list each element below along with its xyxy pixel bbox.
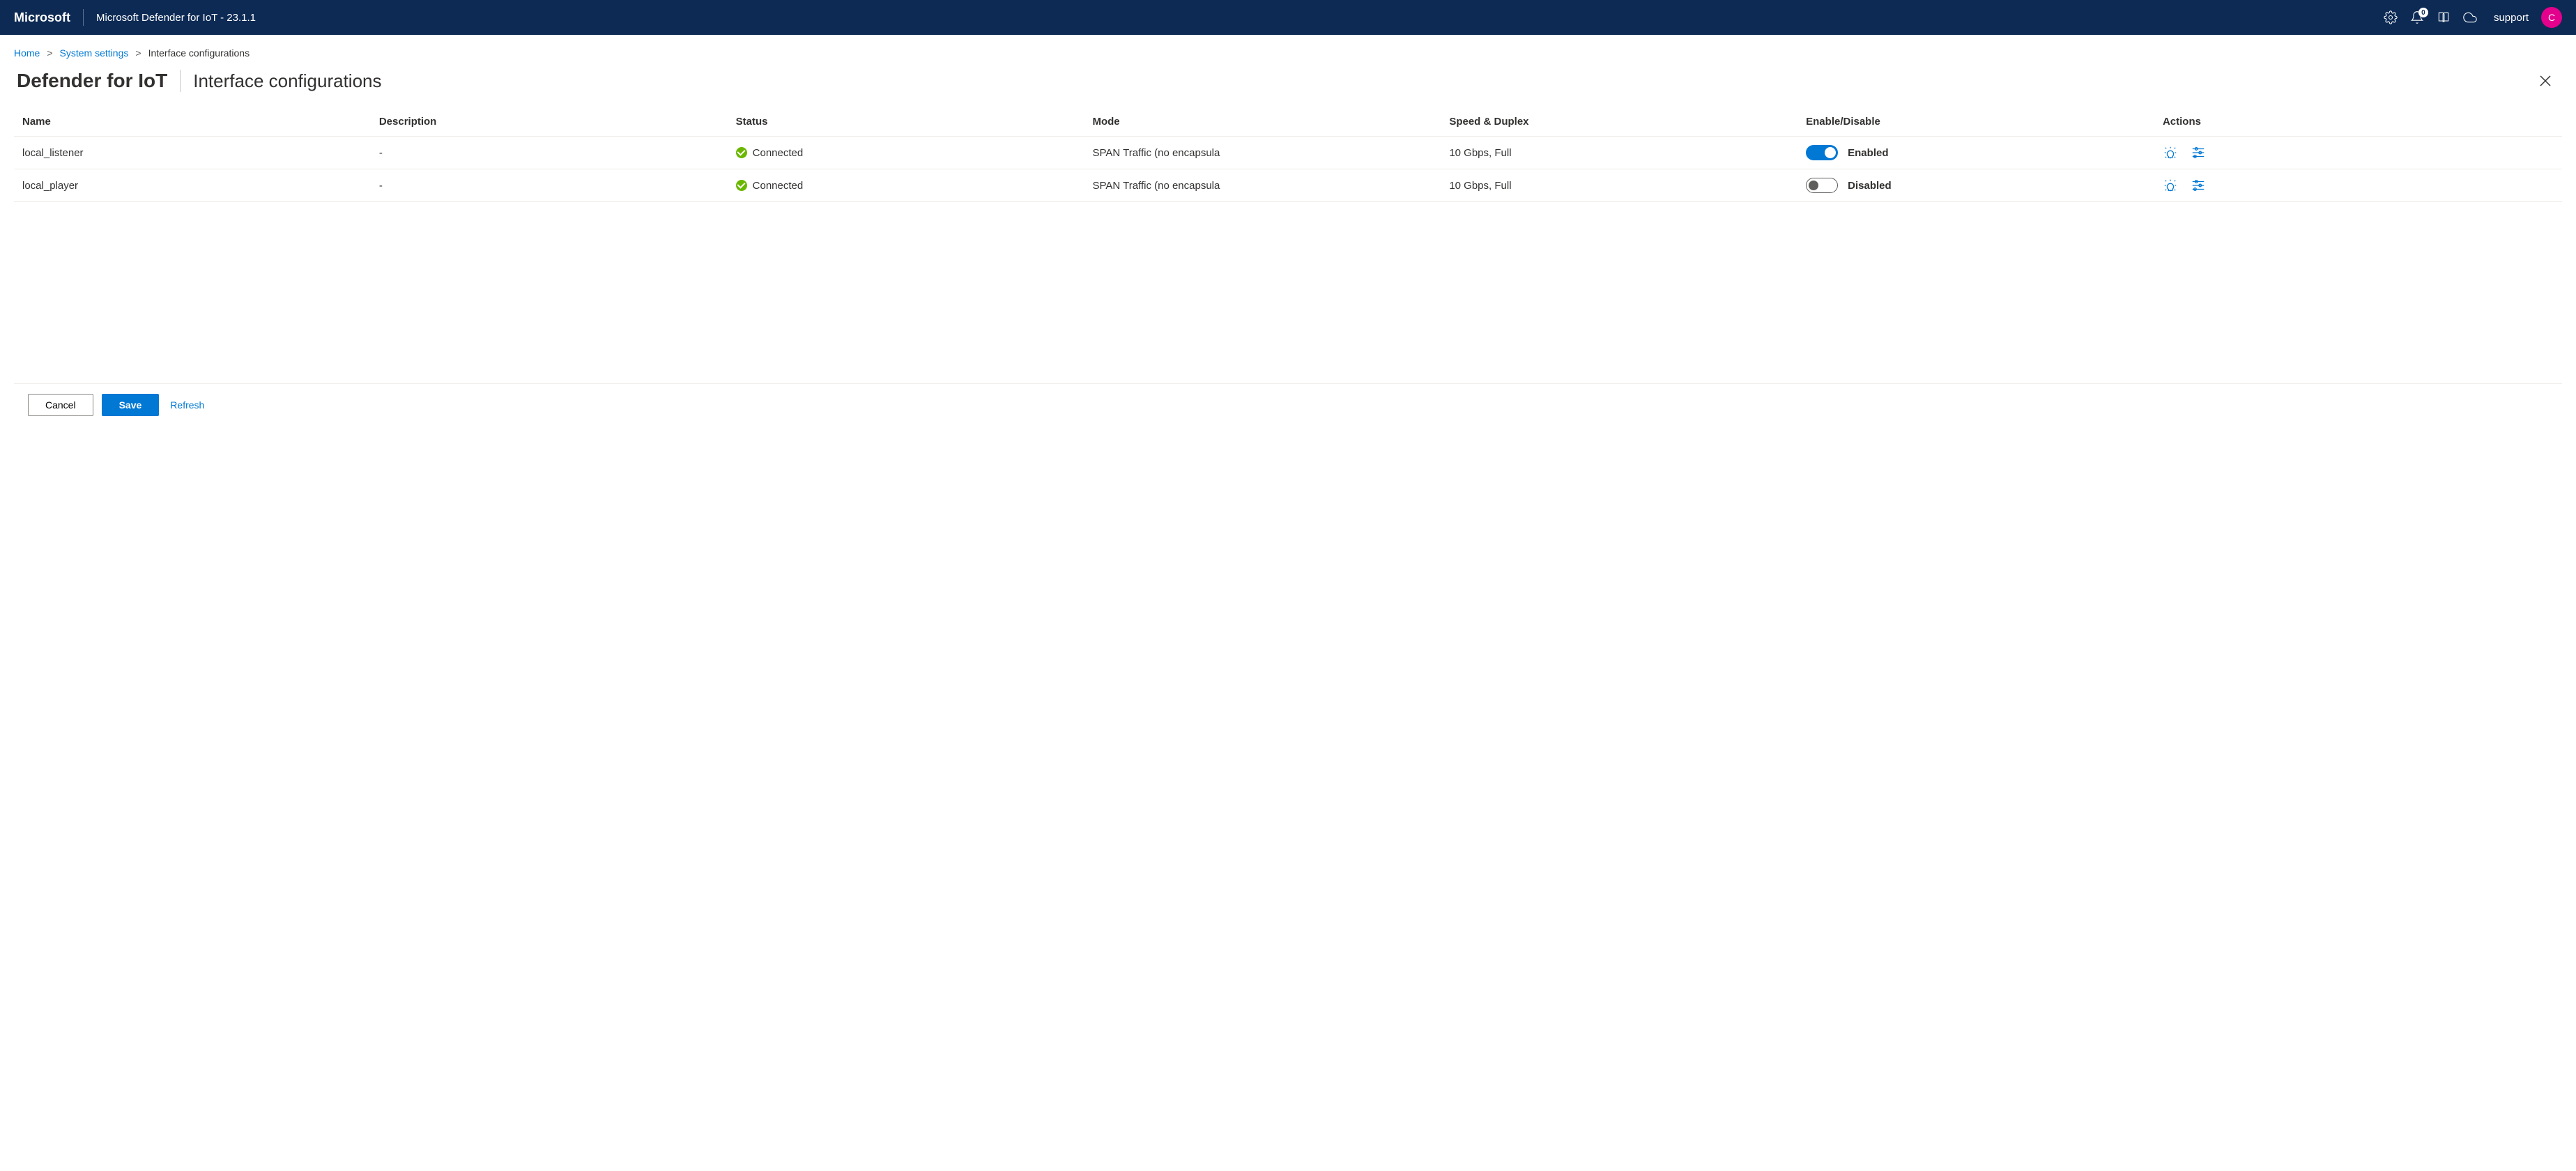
enable-toggle-label: Disabled bbox=[1848, 180, 1892, 192]
table-header-row: Name Description Status Mode Speed & Dup… bbox=[14, 109, 2562, 137]
notification-count-badge: 0 bbox=[2418, 8, 2428, 17]
close-icon[interactable] bbox=[2537, 72, 2554, 89]
cell-actions bbox=[2154, 137, 2562, 169]
enable-toggle[interactable] bbox=[1806, 178, 1838, 193]
cell-mode: SPAN Traffic (no encapsula bbox=[1084, 137, 1441, 169]
cell-description: - bbox=[371, 137, 728, 169]
blink-led-icon[interactable] bbox=[2163, 178, 2178, 193]
docs-book-icon[interactable] bbox=[2437, 10, 2451, 24]
status-text: Connected bbox=[753, 180, 804, 192]
cell-name: local_player bbox=[14, 169, 371, 202]
col-header-name[interactable]: Name bbox=[14, 109, 371, 137]
cancel-button[interactable]: Cancel bbox=[28, 394, 93, 416]
col-header-status[interactable]: Status bbox=[728, 109, 1084, 137]
page-header: Defender for IoT Interface configuration… bbox=[0, 64, 2576, 109]
breadcrumb-home[interactable]: Home bbox=[14, 47, 40, 59]
advanced-settings-icon[interactable] bbox=[2191, 145, 2206, 160]
cell-mode: SPAN Traffic (no encapsula bbox=[1084, 169, 1441, 202]
refresh-link[interactable]: Refresh bbox=[170, 399, 204, 411]
breadcrumb-separator: > bbox=[135, 47, 141, 59]
cell-description: - bbox=[371, 169, 728, 202]
enable-toggle-label: Enabled bbox=[1848, 147, 1888, 159]
blink-led-icon[interactable] bbox=[2163, 145, 2178, 160]
cell-enable: Disabled bbox=[1797, 169, 2154, 202]
cell-enable: Enabled bbox=[1797, 137, 2154, 169]
microsoft-logo: Microsoft bbox=[14, 9, 84, 26]
cell-status: Connected bbox=[728, 137, 1084, 169]
col-header-actions[interactable]: Actions bbox=[2154, 109, 2562, 137]
save-button[interactable]: Save bbox=[102, 394, 160, 416]
page-title: Defender for IoT bbox=[17, 70, 181, 92]
table-row[interactable]: local_player- Connected SPAN Traffic (no e… bbox=[14, 169, 2562, 202]
cloud-icon[interactable] bbox=[2463, 10, 2477, 24]
breadcrumb-current: Interface configurations bbox=[148, 47, 250, 59]
cell-speed: 10 Gbps, Full bbox=[1441, 169, 1797, 202]
page-subtitle: Interface configurations bbox=[193, 70, 381, 92]
footer-bar: Cancel Save Refresh bbox=[14, 383, 2562, 426]
settings-gear-icon[interactable] bbox=[2384, 10, 2398, 24]
app-title: Microsoft Defender for IoT - 23.1.1 bbox=[96, 12, 256, 24]
notifications-bell-icon[interactable]: 0 bbox=[2410, 10, 2424, 24]
user-avatar[interactable]: C bbox=[2541, 7, 2562, 28]
breadcrumb-system-settings[interactable]: System settings bbox=[60, 47, 129, 59]
interfaces-table-wrap: Name Description Status Mode Speed & Dup… bbox=[0, 109, 2576, 202]
cell-actions bbox=[2154, 169, 2562, 202]
cell-status: Connected bbox=[728, 169, 1084, 202]
col-header-speed[interactable]: Speed & Duplex bbox=[1441, 109, 1797, 137]
topbar-left: Microsoft Microsoft Defender for IoT - 2… bbox=[14, 9, 2384, 26]
cell-speed: 10 Gbps, Full bbox=[1441, 137, 1797, 169]
cell-name: local_listener bbox=[14, 137, 371, 169]
col-header-enable[interactable]: Enable/Disable bbox=[1797, 109, 2154, 137]
breadcrumb-separator: > bbox=[47, 47, 52, 59]
status-text: Connected bbox=[753, 147, 804, 159]
table-row[interactable]: local_listener- Connected SPAN Traffic (no… bbox=[14, 137, 2562, 169]
status-connected-icon bbox=[736, 180, 747, 191]
top-navigation-bar: Microsoft Microsoft Defender for IoT - 2… bbox=[0, 0, 2576, 35]
topbar-right: 0 support C bbox=[2384, 7, 2562, 28]
enable-toggle[interactable] bbox=[1806, 145, 1838, 160]
status-connected-icon bbox=[736, 147, 747, 158]
user-label: support bbox=[2494, 12, 2529, 24]
breadcrumb: Home > System settings > Interface confi… bbox=[0, 35, 2576, 64]
col-header-description[interactable]: Description bbox=[371, 109, 728, 137]
interfaces-table: Name Description Status Mode Speed & Dup… bbox=[14, 109, 2562, 202]
col-header-mode[interactable]: Mode bbox=[1084, 109, 1441, 137]
advanced-settings-icon[interactable] bbox=[2191, 178, 2206, 193]
